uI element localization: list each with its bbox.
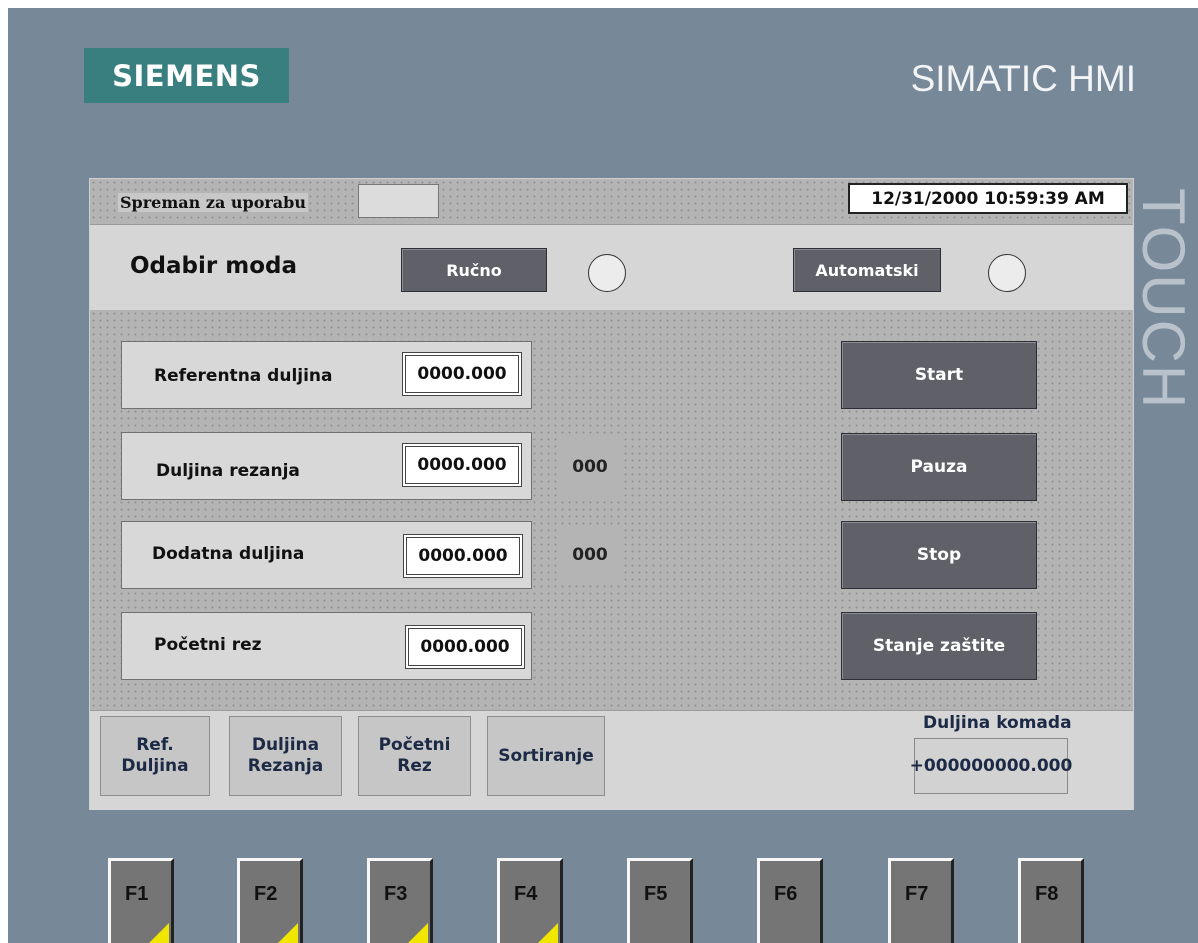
nav-cutting-length-button[interactable]: Duljina Rezanja bbox=[229, 716, 342, 796]
param-reference-length: Referentna duljina 0000.000 bbox=[121, 341, 532, 409]
fkey-label: F5 bbox=[644, 883, 668, 905]
nav-sorting-button[interactable]: Sortiranje bbox=[487, 716, 605, 796]
nav-label-line2: Rezanja bbox=[247, 756, 324, 776]
param-label: Referentna duljina bbox=[154, 366, 333, 386]
start-button[interactable]: Start bbox=[841, 341, 1037, 409]
piece-length-label: Duljina komada bbox=[923, 713, 1072, 733]
product-title: SIMATIC HMI bbox=[910, 58, 1136, 99]
manual-mode-button[interactable]: Ručno bbox=[401, 248, 547, 292]
hmi-screen: Spreman za uporabu 12/31/2000 10:59:39 A… bbox=[89, 178, 1134, 810]
nav-label-line2: Rez bbox=[397, 756, 432, 776]
param-cutting-length: Duljina rezanja 0000.000 bbox=[121, 432, 532, 500]
manual-mode-indicator bbox=[588, 254, 626, 292]
f4-key[interactable]: F4 bbox=[497, 858, 563, 943]
nav-label-line1: Ref. bbox=[136, 735, 174, 755]
pause-button[interactable]: Pauza bbox=[841, 433, 1037, 501]
softkey-corner-icon bbox=[141, 923, 169, 943]
hmi-device-frame: SIEMENS SIMATIC HMI TOUCH Spreman za upo… bbox=[8, 8, 1198, 943]
status-bar: Spreman za uporabu 12/31/2000 10:59:39 A… bbox=[90, 179, 1133, 223]
datetime-display: 12/31/2000 10:59:39 AM bbox=[848, 183, 1128, 214]
param-additional-length: Dodatna duljina 0000.000 bbox=[121, 521, 532, 589]
fkey-label: F7 bbox=[905, 883, 929, 905]
fkey-label: F3 bbox=[384, 883, 408, 905]
fkey-label: F4 bbox=[514, 883, 538, 905]
parameter-panel: Referentna duljina 0000.000 Duljina reza… bbox=[90, 310, 1133, 709]
additional-counter: 000 bbox=[560, 525, 620, 585]
nav-label-line2: Duljina bbox=[121, 756, 189, 776]
softkey-corner-icon bbox=[270, 923, 298, 943]
piece-length-value: +000000000.000 bbox=[910, 738, 1072, 794]
f3-key[interactable]: F3 bbox=[367, 858, 433, 943]
nav-label-line1: Duljina bbox=[251, 735, 320, 755]
screen-navigation-bar: Ref. Duljina Duljina Rezanja Početni Rez So… bbox=[90, 710, 1133, 810]
mode-selection-bar: Odabir moda Ručno Automatski bbox=[90, 224, 1133, 311]
f7-key[interactable]: F7 bbox=[888, 858, 954, 943]
ready-indicator bbox=[358, 184, 439, 218]
param-label: Početni rez bbox=[154, 635, 262, 655]
cutting-length-input[interactable]: 0000.000 bbox=[402, 443, 522, 487]
mode-title: Odabir moda bbox=[130, 253, 297, 279]
f6-key[interactable]: F6 bbox=[757, 858, 823, 943]
nav-ref-length-button[interactable]: Ref. Duljina bbox=[100, 716, 210, 796]
fkey-label: F2 bbox=[254, 883, 278, 905]
nav-label-line1: Početni bbox=[378, 735, 451, 755]
param-label: Duljina rezanja bbox=[156, 461, 300, 481]
fkey-label: F8 bbox=[1035, 883, 1059, 905]
fkey-label: F6 bbox=[774, 883, 798, 905]
cutting-counter: 000 bbox=[560, 437, 620, 497]
softkey-corner-icon bbox=[530, 923, 558, 943]
f1-key[interactable]: F1 bbox=[108, 858, 174, 943]
nav-initial-cut-button[interactable]: Početni Rez bbox=[358, 716, 471, 796]
param-initial-cut: Početni rez 0000.000 bbox=[121, 612, 532, 680]
siemens-logo: SIEMENS bbox=[84, 48, 289, 103]
f8-key[interactable]: F8 bbox=[1018, 858, 1084, 943]
auto-mode-indicator bbox=[988, 254, 1026, 292]
stop-button[interactable]: Stop bbox=[841, 521, 1037, 589]
fkey-label: F1 bbox=[125, 883, 149, 905]
f5-key[interactable]: F5 bbox=[627, 858, 693, 943]
softkey-corner-icon bbox=[400, 923, 428, 943]
auto-mode-button[interactable]: Automatski bbox=[793, 248, 941, 292]
ready-label: Spreman za uporabu bbox=[118, 193, 308, 212]
protection-status-button[interactable]: Stanje zaštite bbox=[841, 612, 1037, 680]
initial-cut-input[interactable]: 0000.000 bbox=[405, 625, 525, 669]
f2-key[interactable]: F2 bbox=[237, 858, 303, 943]
reference-length-input[interactable]: 0000.000 bbox=[402, 352, 522, 396]
param-label: Dodatna duljina bbox=[152, 544, 305, 564]
additional-length-input[interactable]: 0000.000 bbox=[403, 534, 523, 578]
touch-side-text: TOUCH bbox=[1130, 188, 1197, 411]
